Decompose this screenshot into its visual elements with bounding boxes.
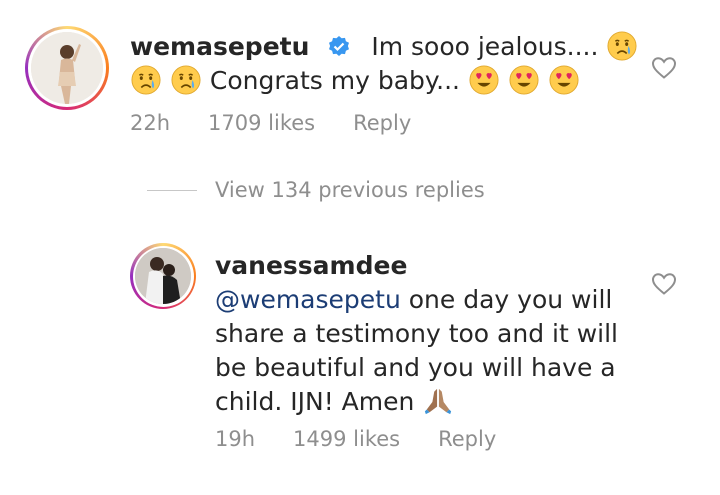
avatar-vanessamdee[interactable] — [130, 243, 196, 309]
comment-text-line4: child. IJN! Amen — [215, 387, 415, 416]
comment-text-line2: share a testimony too and it will — [215, 319, 619, 348]
view-previous-replies[interactable]: View 134 previous replies — [147, 178, 485, 202]
comment-text-line1: Im sooo jealous.... — [371, 32, 599, 61]
comment-body: vanessamdee @wemasepetu one day you will… — [215, 249, 655, 419]
divider-line — [147, 189, 197, 191]
comment-time: 22h — [130, 111, 171, 135]
comment-time: 19h — [215, 427, 256, 451]
heart-eyes-emoji — [549, 65, 579, 95]
like-heart-icon[interactable] — [651, 56, 677, 80]
comment-meta: 19h 1499 likes Reply — [215, 427, 496, 451]
reply-button[interactable]: Reply — [353, 111, 411, 135]
avatar-photo — [31, 32, 103, 104]
heart-eyes-emoji — [469, 65, 499, 95]
reply-button[interactable]: Reply — [438, 427, 496, 451]
comment-text-line3: be beautiful and you will have a — [215, 353, 616, 382]
comment-likes[interactable]: 1709 likes — [208, 111, 315, 135]
comment-likes[interactable]: 1499 likes — [293, 427, 400, 451]
like-heart-icon[interactable] — [651, 272, 677, 296]
crying-face-emoji — [171, 65, 201, 95]
comment-body: wemasepetu Im sooo jealous.... Congrats … — [130, 30, 650, 98]
comment-text-line1: one day you will — [408, 285, 613, 314]
comment-username[interactable]: wemasepetu — [130, 32, 309, 61]
comment-meta: 22h 1709 likes Reply — [130, 111, 411, 135]
comment-text-line2: Congrats my baby... — [209, 66, 460, 95]
folded-hands-emoji — [423, 386, 453, 416]
crying-face-emoji — [131, 65, 161, 95]
avatar-photo — [135, 248, 191, 304]
crying-face-emoji — [607, 31, 637, 61]
avatar-wemasepetu[interactable] — [25, 26, 109, 110]
verified-badge-icon — [329, 36, 350, 56]
heart-eyes-emoji — [509, 65, 539, 95]
mention-link[interactable]: @wemasepetu — [215, 285, 401, 314]
comment-username[interactable]: vanessamdee — [215, 251, 407, 280]
view-replies-label: View 134 previous replies — [215, 178, 485, 202]
